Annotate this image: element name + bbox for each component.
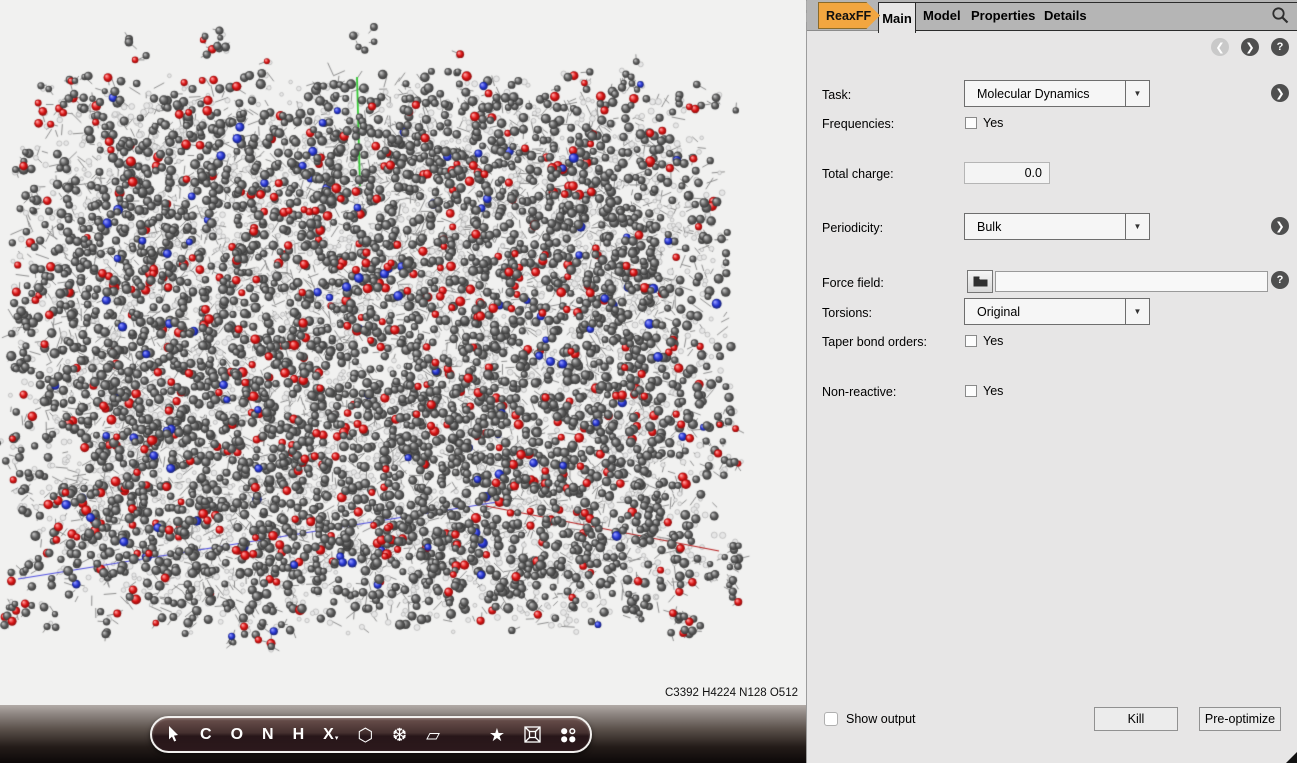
non-reactive-checkbox-row: Yes — [965, 384, 1003, 398]
oxygen-tool[interactable]: O — [231, 727, 243, 743]
periodicity-label: Periodicity: — [822, 221, 883, 235]
non-reactive-label: Non-reactive: — [822, 385, 896, 399]
settings-panel: Main Model Properties Details ReaxFF ❮ ❯… — [806, 0, 1297, 763]
dropdown-arrow-icon: ▼ — [1125, 299, 1149, 324]
frequencies-checkbox[interactable] — [965, 117, 977, 129]
dropdown-arrow-icon: ▼ — [1125, 81, 1149, 106]
frequencies-label: Frequencies: — [822, 117, 894, 131]
total-charge-input[interactable]: 0.0 — [964, 162, 1050, 184]
task-dropdown[interactable]: Molecular Dynamics ▼ — [964, 80, 1150, 107]
non-reactive-yes-label: Yes — [983, 384, 1003, 398]
kill-button[interactable]: Kill — [1094, 707, 1178, 731]
dropdown-arrow-icon: ▼ — [1125, 214, 1149, 239]
window-resize-grip[interactable] — [1286, 752, 1297, 763]
taper-bond-orders-label: Taper bond orders: — [822, 335, 927, 349]
molecule-viewport[interactable]: C3392 H4224 N128 O512 — [0, 0, 806, 705]
favorites-star-icon[interactable]: ★ — [489, 726, 505, 744]
tab-bar: Main Model Properties Details ReaxFF — [807, 0, 1297, 31]
show-output-checkbox[interactable] — [824, 712, 838, 726]
task-label: Task: — [822, 88, 851, 102]
show-output-row: Show output — [824, 712, 916, 726]
perspective-box-icon[interactable] — [524, 726, 541, 743]
search-icon[interactable] — [1271, 6, 1290, 25]
non-reactive-checkbox[interactable] — [965, 385, 977, 397]
formula-label: C3392 H4224 N128 O512 — [665, 687, 798, 699]
frequencies-yes-label: Yes — [983, 116, 1003, 130]
preoptimize-button[interactable]: Pre-optimize — [1199, 707, 1281, 731]
force-field-label: Force field: — [822, 276, 884, 290]
periodicity-detail-button[interactable]: ❯ — [1271, 217, 1289, 235]
atom-style-dots-icon[interactable] — [560, 727, 576, 743]
taper-checkbox-row: Yes — [965, 334, 1003, 348]
pointer-tool-icon[interactable] — [166, 726, 181, 743]
torsions-value: Original — [965, 305, 1125, 319]
tab-main[interactable]: Main — [878, 2, 916, 33]
task-detail-button[interactable]: ❯ — [1271, 84, 1289, 102]
crystal-tool-icon[interactable]: ❆ — [392, 726, 407, 744]
carbon-tool[interactable]: C — [200, 727, 212, 743]
viewport-bottom-bar: C O N H X ▾ ⬡ ❆ ▱ ★ — [0, 705, 806, 763]
periodicity-dropdown[interactable]: Bulk ▼ — [964, 213, 1150, 240]
nav-forward-button[interactable]: ❯ — [1241, 38, 1259, 56]
show-output-label: Show output — [846, 712, 916, 726]
molecule-canvas[interactable] — [0, 0, 806, 705]
torsions-label: Torsions: — [822, 306, 872, 320]
chevron-down-icon: ▾ — [335, 735, 339, 742]
tab-properties[interactable]: Properties — [971, 0, 1035, 31]
periodicity-value: Bulk — [965, 220, 1125, 234]
plane-tool-icon[interactable]: ▱ — [426, 726, 440, 744]
folder-icon — [973, 276, 988, 287]
element-picker-tool[interactable]: X ▾ — [323, 727, 338, 743]
force-field-input[interactable] — [995, 271, 1268, 292]
torsions-dropdown[interactable]: Original ▼ — [964, 298, 1150, 325]
total-charge-label: Total charge: — [822, 167, 894, 181]
force-field-browse-button[interactable] — [967, 270, 993, 293]
nitrogen-tool[interactable]: N — [262, 727, 274, 743]
ring-tool-icon[interactable]: ⬡ — [357, 726, 373, 744]
tab-details[interactable]: Details — [1044, 0, 1087, 31]
atom-toolbar: C O N H X ▾ ⬡ ❆ ▱ ★ — [150, 716, 592, 753]
module-tab-reaxff[interactable]: ReaxFF — [818, 2, 880, 29]
help-button[interactable]: ? — [1271, 38, 1289, 56]
tab-model[interactable]: Model — [923, 0, 961, 31]
hydrogen-tool[interactable]: H — [293, 727, 305, 743]
element-x-label: X — [323, 727, 334, 743]
ams-reaxff-window: C3392 H4224 N128 O512 C O N H X ▾ ⬡ ❆ ▱ … — [0, 0, 1297, 763]
nav-back-button: ❮ — [1211, 38, 1229, 56]
frequencies-checkbox-row: Yes — [965, 116, 1003, 130]
task-value: Molecular Dynamics — [965, 87, 1125, 101]
force-field-help-button[interactable]: ? — [1271, 271, 1289, 289]
taper-yes-label: Yes — [983, 334, 1003, 348]
taper-checkbox[interactable] — [965, 335, 977, 347]
